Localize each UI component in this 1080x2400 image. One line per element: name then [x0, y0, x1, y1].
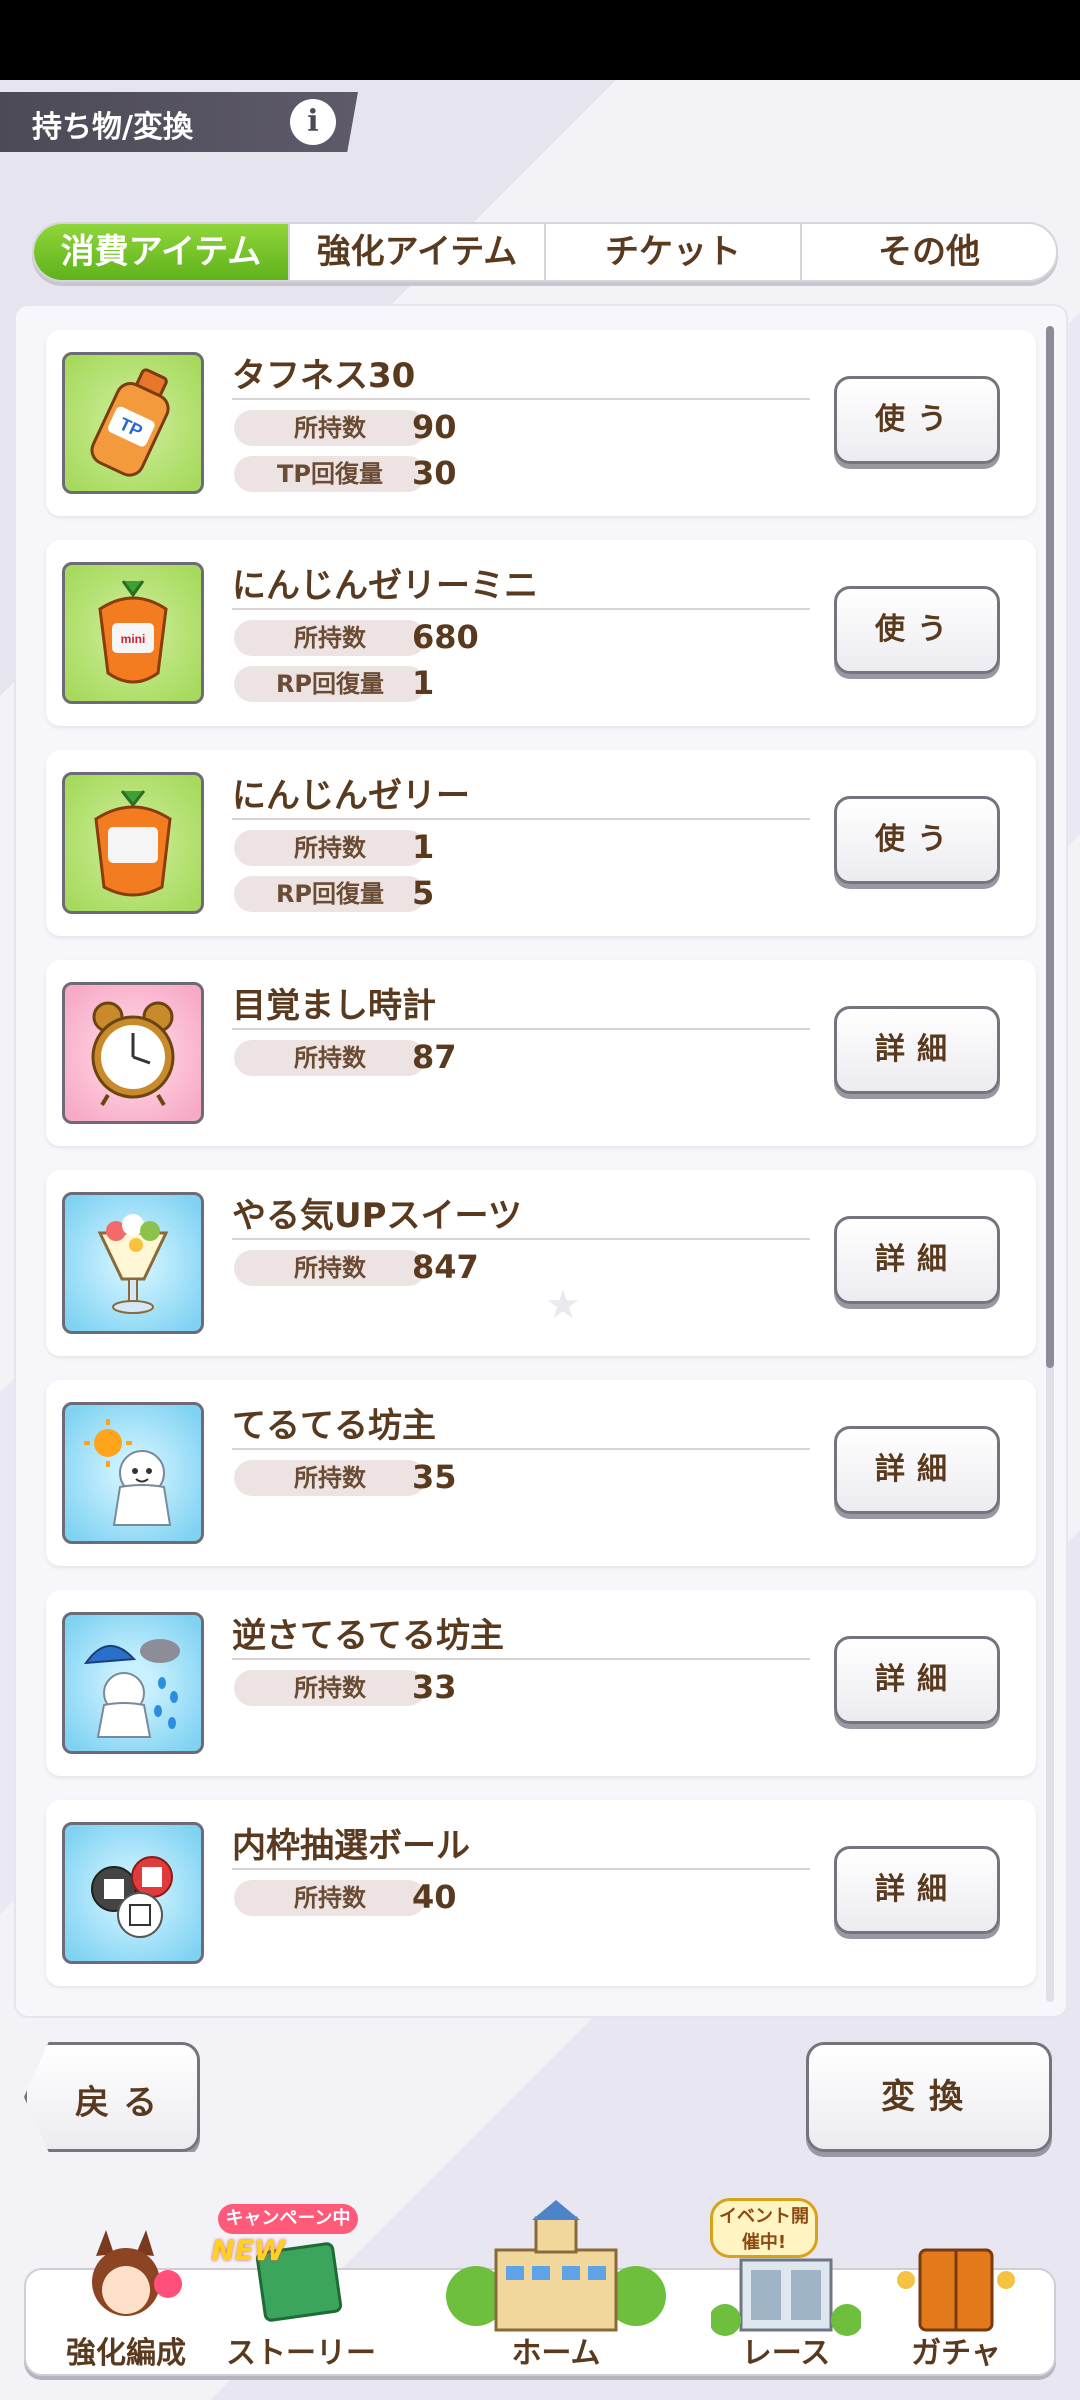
list-item: TP タフネス30 所持数 90 TP回復量 30 使う: [46, 330, 1036, 516]
scrollbar[interactable]: [1046, 326, 1054, 2002]
divider: [232, 818, 810, 820]
owned-count: 847: [412, 1248, 479, 1286]
use-button[interactable]: 使う: [834, 796, 1000, 884]
nav-gacha[interactable]: ガチャ: [866, 2248, 1046, 2378]
svg-text:mini: mini: [121, 632, 146, 646]
item-name: てるてる坊主: [232, 1406, 436, 1446]
new-badge: NEW: [211, 2234, 285, 2267]
recovery-value: 1: [412, 664, 435, 702]
campaign-badge: キャンペーン中: [218, 2204, 358, 2234]
page-header: 持ち物/変換 i: [0, 92, 358, 152]
tp-bottle-icon: TP: [62, 352, 204, 494]
nav-label: ガチャ: [911, 2336, 1001, 2371]
divider: [232, 398, 810, 400]
info-icon[interactable]: i: [290, 99, 336, 145]
owned-label: 所持数: [234, 830, 426, 866]
item-name: タフネス30: [232, 356, 416, 396]
owned-label: 所持数: [234, 1670, 426, 1706]
list-item: にんじんゼリー 所持数 1 RP回復量 5 使う: [46, 750, 1036, 936]
owned-label: 所持数: [234, 1880, 426, 1916]
divider: [232, 608, 810, 610]
owned-count: 40: [412, 1878, 457, 1916]
nav-label: ホーム: [511, 2336, 601, 2371]
nav-enhance-formation[interactable]: 強化編成: [26, 2230, 226, 2378]
item-name: 目覚まし時計: [232, 986, 436, 1026]
details-button[interactable]: 詳細: [834, 1006, 1000, 1094]
owned-label: 所持数: [234, 1040, 426, 1076]
nav-home[interactable]: ホーム: [406, 2200, 706, 2378]
list-item: 逆さてるてる坊主 所持数 33 詳細: [46, 1590, 1036, 1776]
list-item: 内枠抽選ボール 所持数 40 詳細: [46, 1800, 1036, 1986]
owned-label: 所持数: [234, 1460, 426, 1496]
item-name: にんじんゼリーミニ: [232, 566, 538, 606]
teru-teru-bozu-rain-icon: [62, 1612, 204, 1754]
owned-count: 35: [412, 1458, 457, 1496]
item-name: 逆さてるてる坊主: [232, 1616, 504, 1656]
back-label: 戻る: [75, 2083, 171, 2123]
list-item: てるてる坊主 所持数 35 詳細: [46, 1380, 1036, 1566]
details-button[interactable]: 詳細: [834, 1636, 1000, 1724]
item-name: やる気UPスイーツ: [232, 1196, 522, 1236]
owned-count: 680: [412, 618, 479, 656]
tab-enhance-items[interactable]: 強化アイテム: [290, 224, 546, 280]
page-title: 持ち物/変換: [32, 110, 193, 145]
tab-tickets[interactable]: チケット: [546, 224, 802, 280]
carrot-jelly-icon: [62, 772, 204, 914]
recovery-value: 30: [412, 454, 457, 492]
item-name: 内枠抽選ボール: [232, 1826, 470, 1866]
alarm-clock-icon: [62, 982, 204, 1124]
gacha-door-icon: [897, 2248, 1015, 2332]
divider: [232, 1028, 810, 1030]
recovery-label: RP回復量: [234, 666, 426, 702]
details-button[interactable]: 詳細: [834, 1426, 1000, 1514]
nav-label: ストーリー: [226, 2336, 376, 2371]
owned-count: 90: [412, 408, 457, 446]
divider: [232, 1238, 810, 1240]
carrot-jelly-mini-icon: mini: [62, 562, 204, 704]
status-bar: [0, 0, 1080, 80]
item-name: にんじんゼリー: [232, 776, 470, 816]
star-icon: ★: [520, 1262, 606, 1348]
nav-story[interactable]: キャンペーン中 NEW ストーリー: [206, 2204, 396, 2378]
nav-race[interactable]: イベント開催中! レース: [696, 2198, 876, 2378]
details-button[interactable]: 詳細: [834, 1216, 1000, 1304]
nav-label: 強化編成: [66, 2336, 186, 2371]
event-badge: イベント開催中!: [710, 2198, 818, 2258]
use-button[interactable]: 使う: [834, 376, 1000, 464]
owned-count: 87: [412, 1038, 457, 1076]
list-item: mini にんじんゼリーミニ 所持数 680 RP回復量 1 使う: [46, 540, 1036, 726]
scrollbar-thumb[interactable]: [1046, 326, 1054, 1368]
owned-label: 所持数: [234, 410, 426, 446]
back-button[interactable]: 戻る: [24, 2042, 200, 2152]
nav-label: レース: [741, 2336, 831, 2371]
teru-teru-bozu-sun-icon: [62, 1402, 204, 1544]
recovery-label: RP回復量: [234, 876, 426, 912]
convert-button[interactable]: 変換: [806, 2042, 1052, 2152]
owned-count: 33: [412, 1668, 457, 1706]
divider: [232, 1658, 810, 1660]
lottery-balls-icon: [62, 1822, 204, 1964]
tab-consumables[interactable]: 消費アイテム: [34, 224, 290, 280]
divider: [232, 1868, 810, 1870]
list-item: 目覚まし時計 所持数 87 詳細: [46, 960, 1036, 1146]
use-button[interactable]: 使う: [834, 586, 1000, 674]
details-button[interactable]: 詳細: [834, 1846, 1000, 1934]
tab-other[interactable]: その他: [802, 224, 1056, 280]
bottom-nav: 強化編成 キャンペーン中 NEW ストーリー ホーム イベント開催中! レース …: [24, 2198, 1056, 2378]
parfait-icon: [62, 1192, 204, 1334]
horse-girl-icon: [92, 2230, 182, 2316]
recovery-label: TP回復量: [234, 456, 426, 492]
owned-label: 所持数: [234, 1250, 426, 1286]
divider: [232, 1448, 810, 1450]
category-tabs: 消費アイテム 強化アイテム チケット その他: [32, 222, 1058, 282]
recovery-value: 5: [412, 874, 435, 912]
owned-count: 1: [412, 828, 435, 866]
owned-label: 所持数: [234, 620, 426, 656]
